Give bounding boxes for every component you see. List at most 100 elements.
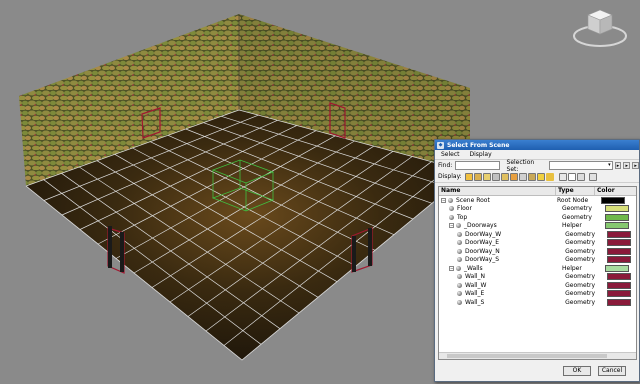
list-item[interactable]: Wall_W Geometry bbox=[439, 281, 636, 290]
geometry-icon bbox=[449, 206, 454, 212]
lights-filter-icon[interactable] bbox=[482, 172, 491, 181]
find-row: Find: Selection Set: ▾ ▸ ▸ ▸ bbox=[435, 159, 639, 173]
xrefs-filter-icon[interactable] bbox=[527, 172, 536, 181]
item-type: Geometry bbox=[565, 298, 596, 306]
list-item[interactable]: Wall_E Geometry bbox=[439, 290, 636, 299]
color-swatch bbox=[605, 213, 629, 221]
color-swatch bbox=[606, 239, 631, 247]
color-swatch bbox=[601, 196, 625, 204]
shapes-filter-icon[interactable] bbox=[473, 172, 482, 181]
column-type[interactable]: Type bbox=[556, 187, 595, 195]
list-item[interactable]: − Scene Root Root Node bbox=[439, 196, 636, 205]
geometry-icon bbox=[457, 274, 462, 280]
item-name: _Doorways bbox=[464, 222, 497, 230]
item-name: Scene Root bbox=[456, 196, 490, 204]
item-name: DoorWay_S bbox=[465, 256, 500, 264]
dialog-title: Select From Scene bbox=[447, 141, 510, 149]
menu-select[interactable]: Select bbox=[441, 151, 460, 158]
color-swatch bbox=[606, 273, 631, 281]
list-item[interactable]: DoorWay_N Geometry bbox=[439, 247, 636, 256]
display-all-icon[interactable] bbox=[545, 172, 554, 181]
bones-filter-icon[interactable] bbox=[536, 172, 545, 181]
scene-object-list[interactable]: Name Type Color − Scene Root Root Node Floo… bbox=[438, 186, 637, 360]
item-name: DoorWay_E bbox=[465, 239, 499, 247]
column-color[interactable]: Color bbox=[595, 187, 635, 195]
geometry-icon bbox=[457, 240, 462, 246]
list-item[interactable]: DoorWay_E Geometry bbox=[439, 239, 636, 248]
cameras-filter-icon[interactable] bbox=[491, 172, 500, 181]
color-swatch bbox=[605, 205, 629, 213]
color-swatch bbox=[606, 247, 631, 255]
spacewarps-filter-icon[interactable] bbox=[509, 172, 518, 181]
dialog-footer: OK Cancel bbox=[435, 361, 639, 381]
helpers-filter-icon[interactable] bbox=[500, 172, 509, 181]
column-name[interactable]: Name bbox=[439, 187, 556, 195]
geometry-icon bbox=[457, 248, 462, 254]
geometry-icon bbox=[457, 291, 462, 297]
item-name: Wall_N bbox=[465, 273, 486, 281]
viewcube-icon[interactable] bbox=[572, 4, 628, 48]
groups-filter-icon[interactable] bbox=[518, 172, 527, 181]
color-swatch bbox=[606, 230, 631, 238]
expand-toggle-icon[interactable]: − bbox=[449, 223, 454, 229]
horizontal-scrollbar[interactable] bbox=[439, 352, 636, 359]
list-item[interactable]: DoorWay_W Geometry bbox=[439, 230, 636, 239]
helper-icon bbox=[456, 265, 461, 271]
list-item[interactable]: Wall_S Geometry bbox=[439, 298, 636, 307]
display-none-icon[interactable] bbox=[558, 172, 567, 181]
list-item[interactable]: − _Walls Helper bbox=[439, 264, 636, 273]
color-swatch bbox=[605, 222, 629, 230]
item-name: DoorWay_W bbox=[465, 230, 502, 238]
item-name: _Walls bbox=[464, 264, 483, 272]
geometry-icon bbox=[457, 257, 462, 263]
dialog-titlebar[interactable]: ◆ Select From Scene bbox=[435, 140, 639, 150]
item-name: Wall_W bbox=[465, 281, 487, 289]
item-type: Geometry bbox=[565, 239, 596, 247]
item-name: Wall_E bbox=[465, 290, 485, 298]
item-type: Helper bbox=[561, 264, 582, 272]
item-name: Wall_S bbox=[465, 298, 485, 306]
item-name: DoorWay_N bbox=[465, 247, 500, 255]
scene-root-icon bbox=[448, 197, 453, 203]
color-swatch bbox=[606, 298, 631, 306]
color-swatch bbox=[605, 264, 629, 272]
scrollbar-thumb[interactable] bbox=[447, 354, 607, 358]
color-swatch bbox=[606, 290, 631, 298]
geometry-icon bbox=[457, 282, 462, 288]
helper-icon bbox=[456, 223, 461, 229]
geometry-filter-icon[interactable] bbox=[464, 172, 473, 181]
ok-button[interactable]: OK bbox=[563, 366, 591, 376]
geometry-icon bbox=[449, 214, 454, 220]
expand-toggle-icon[interactable]: − bbox=[449, 265, 454, 271]
menu-display[interactable]: Display bbox=[470, 151, 492, 158]
display-filter-row: Display: bbox=[435, 171, 639, 183]
list-item[interactable]: DoorWay_S Geometry bbox=[439, 256, 636, 265]
chevron-down-icon: ▾ bbox=[608, 162, 611, 168]
cancel-button[interactable]: Cancel bbox=[598, 366, 626, 376]
item-type: Geometry bbox=[565, 256, 596, 264]
invert-selection-button-icon[interactable]: ▸ bbox=[632, 162, 639, 169]
expand-toggle-icon[interactable]: − bbox=[441, 197, 446, 203]
item-type: Geometry bbox=[565, 247, 596, 255]
list-header: Name Type Color bbox=[439, 187, 636, 196]
select-none-button-icon[interactable]: ▸ bbox=[623, 162, 631, 169]
options-icon[interactable] bbox=[588, 172, 597, 181]
select-from-scene-dialog: ◆ Select From Scene Select Display Find:… bbox=[434, 139, 640, 382]
color-swatch bbox=[606, 256, 631, 264]
list-item[interactable]: Floor Geometry bbox=[439, 205, 636, 214]
display-invert-icon[interactable] bbox=[567, 172, 576, 181]
list-item[interactable]: Top Geometry bbox=[439, 213, 636, 222]
item-type: Geometry bbox=[565, 290, 596, 298]
find-input[interactable] bbox=[455, 161, 500, 170]
geometry-icon bbox=[457, 299, 462, 305]
item-type: Geometry bbox=[561, 205, 592, 213]
hierarchy-icon[interactable] bbox=[576, 172, 585, 181]
display-label: Display: bbox=[438, 173, 462, 180]
item-type: Geometry bbox=[565, 230, 596, 238]
geometry-icon bbox=[457, 231, 462, 237]
list-item[interactable]: − _Doorways Helper bbox=[439, 222, 636, 231]
item-type: Geometry bbox=[565, 273, 596, 281]
list-item[interactable]: Wall_N Geometry bbox=[439, 273, 636, 282]
selection-set-dropdown[interactable]: ▾ bbox=[549, 161, 613, 170]
select-all-button-icon[interactable]: ▸ bbox=[614, 162, 622, 169]
